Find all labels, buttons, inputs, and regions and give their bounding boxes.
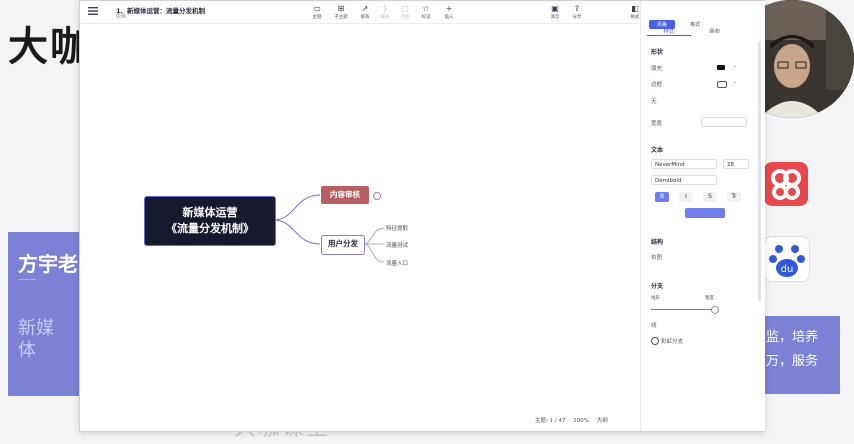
mindmap-canvas[interactable]: 新媒体运营 《流量分发机制》 内容审核 用户分发 特征提取 流量测试 流量入口 [80, 24, 640, 431]
font-weight-select[interactable]: Demibold [651, 175, 717, 185]
shape-section-title: 形状 [651, 49, 664, 56]
branch-section-title: 分支 [651, 283, 664, 290]
width-label: 宽度 [651, 121, 663, 127]
collapse-toggle[interactable] [373, 192, 381, 200]
panel-scrollbar[interactable] [758, 41, 761, 301]
outline-toggle[interactable]: 大纲 [597, 418, 608, 424]
structure-value[interactable]: 右图 [651, 253, 662, 261]
branch-line-style-label: 线形 [651, 296, 660, 301]
border-style-swatch[interactable] [717, 81, 727, 88]
text-color-button[interactable] [685, 208, 725, 218]
font-family-select[interactable]: NeverMind [651, 159, 717, 169]
relation-icon: ↗ [361, 4, 369, 13]
font-size-select[interactable]: 28 [723, 159, 749, 169]
rainbow-branch-label: 彩虹分支 [661, 339, 684, 345]
fill-label: 填充 [651, 66, 663, 72]
chevron-down-icon[interactable]: ⌄ [733, 79, 737, 85]
subtopic-button[interactable]: ⊞ 子主题 [330, 4, 352, 22]
border-label: 边框 [651, 82, 663, 88]
document-title: 1、新媒体运营：流量分发机制 [116, 7, 206, 15]
branch-color-slider[interactable] [651, 309, 713, 310]
slider-handle[interactable] [711, 306, 719, 314]
status-bar: 主题: 1 / 47 100% 大纲 [535, 416, 614, 424]
root-topic[interactable]: 新媒体运营 《流量分发机制》 [144, 196, 276, 246]
italic-button[interactable]: I [679, 192, 693, 202]
share-button[interactable]: ⇪ 分享 [566, 4, 588, 22]
width-field[interactable] [701, 117, 747, 127]
chevron-down-icon[interactable]: ⌄ [733, 63, 737, 69]
insert-button[interactable]: + 插入 [438, 4, 460, 22]
plus-icon: + [445, 4, 453, 13]
rainbow-branch-checkbox[interactable] [651, 337, 659, 345]
bold-button[interactable]: B [655, 192, 669, 202]
bilibili-icon [764, 162, 808, 206]
presenter-card: 方宇老 ——— 新媒 体 [8, 232, 88, 396]
format-panel: 风格 格式 样式 画布 形状 填充 ⌄ 边框 ⌄ 无 宽度 文本 NeverMi… [640, 1, 765, 431]
intro-card: 监，培养 万，服务 [764, 316, 840, 394]
topic-count: 主题: 1 / 47 [535, 418, 566, 424]
presentation-icon: ▣ [551, 4, 559, 13]
strike-button[interactable]: S [703, 192, 717, 202]
presenter-name: 方宇老 [18, 252, 78, 276]
panel-subtabs: 样式 画布 [647, 27, 747, 37]
subtopic-traffic-test[interactable]: 流量测试 [386, 241, 408, 249]
share-icon: ⇪ [573, 4, 581, 13]
summary-icon: } [382, 4, 388, 13]
structure-section-title: 结构 [651, 239, 664, 246]
summary-button[interactable]: } 概要 [374, 4, 396, 22]
mindmap-app-window: 1、新媒体运营：流量分发机制 思维 ▭ 主题 ⊞ 子主题 ↗ 联系 } 概要 ▢… [79, 0, 765, 432]
menu-icon[interactable] [88, 6, 98, 16]
subtab-style[interactable]: 样式 [647, 27, 691, 36]
presenter-desc: 新媒 体 [18, 318, 54, 361]
boundary-icon: ▢ [401, 4, 409, 13]
presentation-button[interactable]: ▣ 演示 [544, 4, 566, 22]
case-button[interactable]: Tr [727, 192, 741, 202]
topic-user-distribution[interactable]: 用户分发 [321, 235, 365, 255]
document-subtitle: 思维 [116, 14, 127, 20]
text-section-title: 文本 [651, 147, 664, 154]
subtopic-feature-extract[interactable]: 特征提取 [386, 224, 408, 232]
line-label: 线 [651, 323, 657, 329]
zoom-level[interactable]: 100% [573, 418, 589, 424]
marker-button[interactable]: ☆ 标记 [415, 4, 437, 22]
subtopic-traffic-entry[interactable]: 流量入口 [386, 259, 408, 267]
relation-button[interactable]: ↗ 联系 [354, 4, 376, 22]
panel-tabs: 风格 格式 [649, 11, 745, 29]
branch-thickness-label: 粗度 [705, 296, 714, 301]
topic-content-review[interactable]: 内容审核 [321, 186, 369, 204]
topic-icon: ▭ [313, 4, 321, 13]
topic-button[interactable]: ▭ 主题 [306, 4, 328, 22]
subtab-canvas[interactable]: 画布 [693, 27, 737, 35]
border-none-label: 无 [651, 99, 657, 105]
presenter-subtitle: ——— [18, 276, 36, 283]
star-icon: ☆ [422, 4, 430, 13]
boundary-button[interactable]: ▢ 外框 [394, 4, 416, 22]
svg-text:du: du [781, 264, 794, 275]
baidu-icon: du [764, 236, 810, 282]
subtopic-icon: ⊞ [337, 4, 345, 13]
fill-color-swatch[interactable] [717, 65, 725, 70]
